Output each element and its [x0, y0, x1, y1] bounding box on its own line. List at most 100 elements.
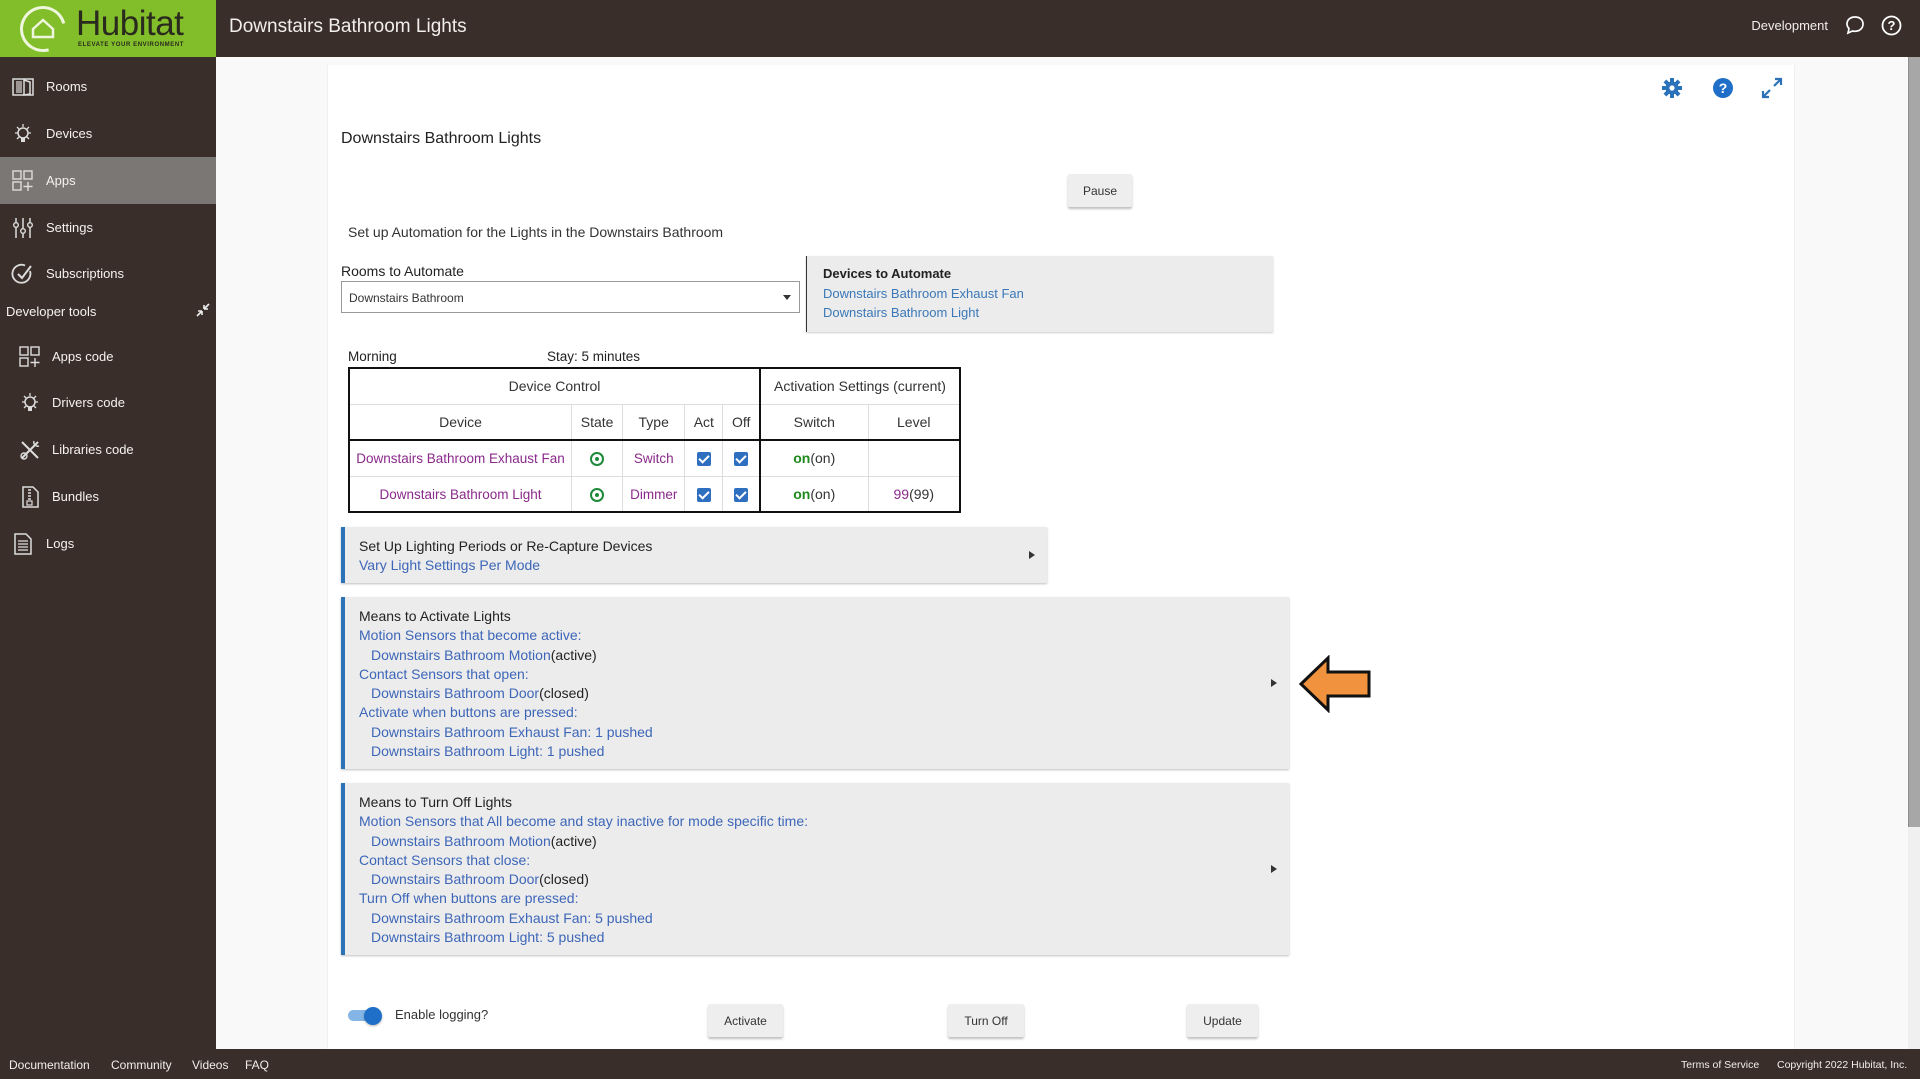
left-arrow-annotation-icon — [1298, 655, 1371, 713]
motion-sensor-state: (active) — [550, 832, 597, 849]
devices-to-automate-panel: Devices to Automate Downstairs Bathroom … — [806, 256, 1273, 332]
level-setting[interactable] — [867, 439, 961, 477]
fullscreen-icon[interactable] — [1760, 76, 1784, 100]
svg-text:?: ? — [1719, 80, 1728, 96]
device-type: Dimmer — [630, 486, 678, 502]
off-checkbox[interactable] — [734, 452, 749, 467]
enable-logging-label: Enable logging? — [395, 1007, 489, 1022]
lightbulb-icon — [18, 391, 42, 415]
stay-duration-label: Stay: 5 minutes — [547, 349, 641, 364]
act-checkbox[interactable] — [696, 487, 711, 502]
gear-icon[interactable] — [1660, 76, 1684, 100]
buttons-label: Turn Off when buttons are pressed: — [359, 890, 579, 907]
expand-arrow-icon — [1271, 865, 1277, 873]
button-item: Downstairs Bathroom Exhaust Fan: 5 pushe… — [371, 909, 653, 926]
enable-logging-toggle[interactable] — [348, 1007, 382, 1025]
rooms-select[interactable]: Downstairs Bathroom — [341, 281, 800, 313]
rooms-to-automate-label: Rooms to Automate — [341, 263, 464, 279]
level-current-value: (99) — [909, 485, 934, 502]
column-header: Level — [867, 403, 961, 441]
lighting-periods-section[interactable]: Set Up Lighting Periods or Re-Capture De… — [341, 527, 1047, 583]
lightbulb-icon — [11, 122, 35, 146]
apps-grid-icon — [18, 345, 42, 369]
footer-link-community[interactable]: Community — [111, 1058, 172, 1072]
sidebar-item-logs[interactable]: Logs — [0, 520, 216, 567]
column-header: Act — [684, 403, 724, 441]
footer-link-faq[interactable]: FAQ — [245, 1058, 269, 1072]
chat-bubble-icon[interactable] — [1844, 14, 1866, 36]
expand-arrow-icon — [1271, 679, 1277, 687]
off-checkbox[interactable] — [734, 487, 749, 502]
hubitat-logo[interactable]: Hubitat ELEVATE YOUR ENVIRONMENT — [0, 0, 216, 61]
check-circle-icon — [11, 262, 35, 286]
footer-link-documentation[interactable]: Documentation — [9, 1058, 90, 1072]
chevron-down-icon — [783, 295, 791, 300]
contact-sensor-state: (closed) — [539, 685, 589, 702]
house-icon — [31, 18, 55, 39]
contact-sensors-label: Contact Sensors that close: — [359, 851, 531, 868]
device-link[interactable]: Downstairs Bathroom Light — [823, 303, 1257, 322]
contact-sensor-item: Downstairs Bathroom Door(closed) — [359, 684, 1275, 703]
switch-set-value: on — [793, 450, 811, 467]
developer-tools-heading[interactable]: Developer tools — [6, 304, 96, 319]
terms-of-service-link[interactable]: Terms of Service — [1681, 1059, 1759, 1071]
device-type: Switch — [633, 451, 674, 467]
table-row: Downstairs Bathroom Light Dimmer on(on) … — [348, 475, 961, 513]
act-checkbox[interactable] — [696, 452, 711, 467]
pause-button[interactable]: Pause — [1068, 174, 1132, 207]
sidebar-item-apps[interactable]: Apps — [0, 157, 216, 204]
help-icon[interactable]: ? — [1711, 76, 1735, 100]
button-item: Downstairs Bathroom Light: 5 pushed — [371, 929, 605, 946]
copyright-text: Copyright 2022 Hubitat, Inc. — [1777, 1059, 1908, 1071]
turn-off-button[interactable]: Turn Off — [948, 1004, 1024, 1037]
top-header: Hubitat ELEVATE YOUR ENVIRONMENT Downsta… — [0, 0, 1920, 61]
contact-sensor-item: Downstairs Bathroom Door(closed) — [359, 870, 1275, 889]
sidebar-item-libraries-code[interactable]: Libraries code — [0, 426, 216, 473]
device-link[interactable]: Downstairs Bathroom Exhaust Fan — [356, 451, 565, 466]
sidebar-item-rooms[interactable]: Rooms — [0, 63, 216, 110]
switch-setting[interactable]: on(on) — [759, 475, 869, 513]
turn-off-lights-section[interactable]: Means to Turn Off Lights Motion Sensors … — [341, 783, 1289, 955]
scrollbar-thumb[interactable] — [1908, 57, 1920, 827]
column-header: State — [571, 403, 624, 441]
update-button[interactable]: Update — [1187, 1004, 1258, 1037]
sidebar-item-label: Rooms — [46, 79, 88, 94]
rooms-icon — [11, 75, 35, 99]
contact-sensor-name: Downstairs Bathroom Door — [371, 871, 540, 888]
device-link[interactable]: Downstairs Bathroom Exhaust Fan — [823, 284, 1257, 303]
level-setting[interactable]: 99(99) — [867, 475, 961, 513]
device-control-table: Device Control Activation Settings (curr… — [348, 367, 961, 513]
expand-arrow-icon — [1029, 551, 1035, 559]
collapse-icon[interactable] — [196, 303, 210, 322]
device-link[interactable]: Downstairs Bathroom Light — [379, 487, 541, 502]
sidebar-item-subscriptions[interactable]: Subscriptions — [0, 250, 216, 297]
sidebar-item-apps-code[interactable]: Apps code — [0, 333, 216, 380]
switch-current-value: (on) — [810, 450, 836, 467]
switch-setting[interactable]: on(on) — [759, 439, 869, 477]
sidebar-item-label: Subscriptions — [46, 266, 125, 281]
motion-sensor-name: Downstairs Bathroom Motion — [371, 646, 551, 663]
motion-sensors-label: Motion Sensors that All become and stay … — [359, 813, 808, 830]
state-on-icon[interactable] — [590, 487, 605, 502]
button-item: Downstairs Bathroom Exhaust Fan: 1 pushe… — [371, 723, 653, 740]
rooms-select-value: Downstairs Bathroom — [349, 291, 464, 305]
state-on-icon[interactable] — [590, 452, 605, 467]
sidebar-item-drivers-code[interactable]: Drivers code — [0, 379, 216, 426]
sidebar-item-settings[interactable]: Settings — [0, 204, 216, 251]
toggle-knob — [364, 1007, 382, 1025]
sliders-icon — [11, 216, 35, 240]
footer-link-videos[interactable]: Videos — [192, 1058, 228, 1072]
group-header-activation-settings: Activation Settings (current) — [759, 367, 961, 405]
sidebar-item-devices[interactable]: Devices — [0, 110, 216, 157]
hub-environment-label[interactable]: Development — [1751, 18, 1828, 33]
table-row: Downstairs Bathroom Exhaust Fan Switch o… — [348, 439, 961, 477]
svg-text:?: ? — [1887, 18, 1895, 33]
motion-sensors-label: Motion Sensors that become active: — [359, 627, 582, 644]
activate-button[interactable]: Activate — [708, 1004, 783, 1037]
help-circle-icon[interactable]: ? — [1880, 14, 1902, 36]
mode-label: Morning — [348, 349, 397, 364]
sidebar-item-label: Apps — [46, 173, 76, 188]
buttons-label: Activate when buttons are pressed: — [359, 704, 578, 721]
activate-lights-section[interactable]: Means to Activate Lights Motion Sensors … — [341, 597, 1289, 769]
sidebar-item-bundles[interactable]: Bundles — [0, 473, 216, 520]
